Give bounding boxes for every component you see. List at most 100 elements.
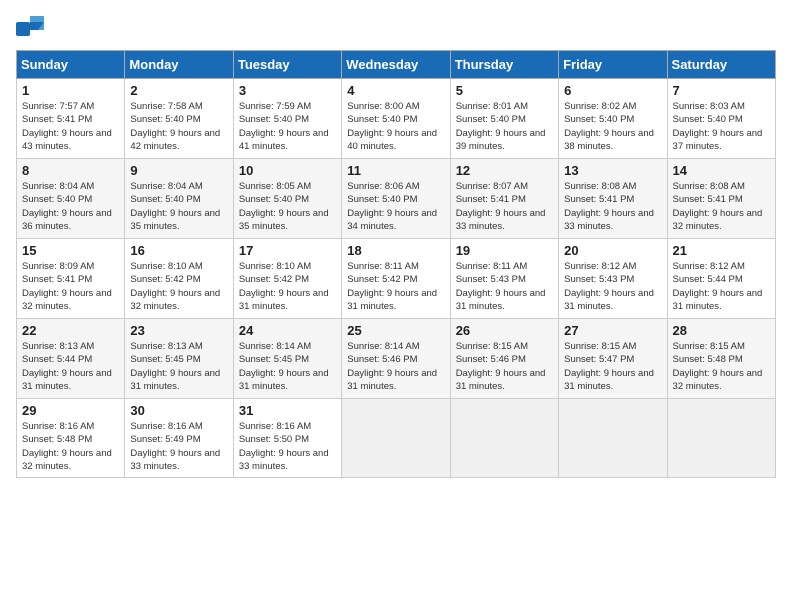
- cell-info: Sunrise: 7:59 AMSunset: 5:40 PMDaylight:…: [239, 101, 329, 152]
- weekday-header-sunday: Sunday: [17, 51, 125, 79]
- day-number: 27: [564, 323, 661, 338]
- day-number: 18: [347, 243, 444, 258]
- day-number: 7: [673, 83, 770, 98]
- calendar-table: SundayMondayTuesdayWednesdayThursdayFrid…: [16, 50, 776, 478]
- cell-info: Sunrise: 8:12 AMSunset: 5:44 PMDaylight:…: [673, 261, 763, 312]
- cell-info: Sunrise: 7:58 AMSunset: 5:40 PMDaylight:…: [130, 101, 220, 152]
- weekday-header-friday: Friday: [559, 51, 667, 79]
- day-number: 6: [564, 83, 661, 98]
- day-number: 26: [456, 323, 553, 338]
- calendar-cell: 14 Sunrise: 8:08 AMSunset: 5:41 PMDaylig…: [667, 159, 775, 239]
- calendar-cell: [450, 399, 558, 478]
- calendar-cell: 2 Sunrise: 7:58 AMSunset: 5:40 PMDayligh…: [125, 79, 233, 159]
- cell-info: Sunrise: 8:16 AMSunset: 5:48 PMDaylight:…: [22, 421, 112, 472]
- cell-info: Sunrise: 8:00 AMSunset: 5:40 PMDaylight:…: [347, 101, 437, 152]
- weekday-header-tuesday: Tuesday: [233, 51, 341, 79]
- day-number: 11: [347, 163, 444, 178]
- day-number: 3: [239, 83, 336, 98]
- calendar-cell: 27 Sunrise: 8:15 AMSunset: 5:47 PMDaylig…: [559, 319, 667, 399]
- calendar-cell: 13 Sunrise: 8:08 AMSunset: 5:41 PMDaylig…: [559, 159, 667, 239]
- calendar-cell: 10 Sunrise: 8:05 AMSunset: 5:40 PMDaylig…: [233, 159, 341, 239]
- calendar-cell: 26 Sunrise: 8:15 AMSunset: 5:46 PMDaylig…: [450, 319, 558, 399]
- cell-info: Sunrise: 8:15 AMSunset: 5:47 PMDaylight:…: [564, 341, 654, 392]
- cell-info: Sunrise: 8:09 AMSunset: 5:41 PMDaylight:…: [22, 261, 112, 312]
- cell-info: Sunrise: 8:03 AMSunset: 5:40 PMDaylight:…: [673, 101, 763, 152]
- cell-info: Sunrise: 8:07 AMSunset: 5:41 PMDaylight:…: [456, 181, 546, 232]
- calendar-week-4: 22 Sunrise: 8:13 AMSunset: 5:44 PMDaylig…: [17, 319, 776, 399]
- day-number: 1: [22, 83, 119, 98]
- day-number: 21: [673, 243, 770, 258]
- day-number: 2: [130, 83, 227, 98]
- calendar-week-2: 8 Sunrise: 8:04 AMSunset: 5:40 PMDayligh…: [17, 159, 776, 239]
- day-number: 16: [130, 243, 227, 258]
- day-number: 9: [130, 163, 227, 178]
- cell-info: Sunrise: 7:57 AMSunset: 5:41 PMDaylight:…: [22, 101, 112, 152]
- cell-info: Sunrise: 8:04 AMSunset: 5:40 PMDaylight:…: [130, 181, 220, 232]
- day-number: 5: [456, 83, 553, 98]
- weekday-header-row: SundayMondayTuesdayWednesdayThursdayFrid…: [17, 51, 776, 79]
- cell-info: Sunrise: 8:14 AMSunset: 5:45 PMDaylight:…: [239, 341, 329, 392]
- calendar-cell: 17 Sunrise: 8:10 AMSunset: 5:42 PMDaylig…: [233, 239, 341, 319]
- calendar-cell: 5 Sunrise: 8:01 AMSunset: 5:40 PMDayligh…: [450, 79, 558, 159]
- cell-info: Sunrise: 8:16 AMSunset: 5:50 PMDaylight:…: [239, 421, 329, 472]
- day-number: 31: [239, 403, 336, 418]
- calendar-cell: 15 Sunrise: 8:09 AMSunset: 5:41 PMDaylig…: [17, 239, 125, 319]
- calendar-cell: 7 Sunrise: 8:03 AMSunset: 5:40 PMDayligh…: [667, 79, 775, 159]
- calendar-cell: 28 Sunrise: 8:15 AMSunset: 5:48 PMDaylig…: [667, 319, 775, 399]
- calendar-cell: 9 Sunrise: 8:04 AMSunset: 5:40 PMDayligh…: [125, 159, 233, 239]
- calendar-cell: 1 Sunrise: 7:57 AMSunset: 5:41 PMDayligh…: [17, 79, 125, 159]
- day-number: 23: [130, 323, 227, 338]
- calendar-cell: 12 Sunrise: 8:07 AMSunset: 5:41 PMDaylig…: [450, 159, 558, 239]
- cell-info: Sunrise: 8:10 AMSunset: 5:42 PMDaylight:…: [239, 261, 329, 312]
- calendar-cell: 23 Sunrise: 8:13 AMSunset: 5:45 PMDaylig…: [125, 319, 233, 399]
- day-number: 30: [130, 403, 227, 418]
- day-number: 17: [239, 243, 336, 258]
- calendar-cell: 11 Sunrise: 8:06 AMSunset: 5:40 PMDaylig…: [342, 159, 450, 239]
- logo-icon: [16, 16, 46, 38]
- calendar-cell: 31 Sunrise: 8:16 AMSunset: 5:50 PMDaylig…: [233, 399, 341, 478]
- cell-info: Sunrise: 8:06 AMSunset: 5:40 PMDaylight:…: [347, 181, 437, 232]
- calendar-week-3: 15 Sunrise: 8:09 AMSunset: 5:41 PMDaylig…: [17, 239, 776, 319]
- day-number: 12: [456, 163, 553, 178]
- calendar-cell: 20 Sunrise: 8:12 AMSunset: 5:43 PMDaylig…: [559, 239, 667, 319]
- day-number: 28: [673, 323, 770, 338]
- calendar-cell: 16 Sunrise: 8:10 AMSunset: 5:42 PMDaylig…: [125, 239, 233, 319]
- cell-info: Sunrise: 8:02 AMSunset: 5:40 PMDaylight:…: [564, 101, 654, 152]
- calendar-cell: 25 Sunrise: 8:14 AMSunset: 5:46 PMDaylig…: [342, 319, 450, 399]
- cell-info: Sunrise: 8:01 AMSunset: 5:40 PMDaylight:…: [456, 101, 546, 152]
- weekday-header-monday: Monday: [125, 51, 233, 79]
- calendar-cell: [559, 399, 667, 478]
- day-number: 22: [22, 323, 119, 338]
- cell-info: Sunrise: 8:08 AMSunset: 5:41 PMDaylight:…: [564, 181, 654, 232]
- weekday-header-thursday: Thursday: [450, 51, 558, 79]
- weekday-header-wednesday: Wednesday: [342, 51, 450, 79]
- calendar-cell: 6 Sunrise: 8:02 AMSunset: 5:40 PMDayligh…: [559, 79, 667, 159]
- calendar-week-1: 1 Sunrise: 7:57 AMSunset: 5:41 PMDayligh…: [17, 79, 776, 159]
- cell-info: Sunrise: 8:13 AMSunset: 5:45 PMDaylight:…: [130, 341, 220, 392]
- calendar-cell: 30 Sunrise: 8:16 AMSunset: 5:49 PMDaylig…: [125, 399, 233, 478]
- day-number: 19: [456, 243, 553, 258]
- day-number: 14: [673, 163, 770, 178]
- cell-info: Sunrise: 8:16 AMSunset: 5:49 PMDaylight:…: [130, 421, 220, 472]
- day-number: 20: [564, 243, 661, 258]
- cell-info: Sunrise: 8:05 AMSunset: 5:40 PMDaylight:…: [239, 181, 329, 232]
- cell-info: Sunrise: 8:04 AMSunset: 5:40 PMDaylight:…: [22, 181, 112, 232]
- day-number: 10: [239, 163, 336, 178]
- day-number: 24: [239, 323, 336, 338]
- day-number: 4: [347, 83, 444, 98]
- cell-info: Sunrise: 8:15 AMSunset: 5:48 PMDaylight:…: [673, 341, 763, 392]
- calendar-cell: 29 Sunrise: 8:16 AMSunset: 5:48 PMDaylig…: [17, 399, 125, 478]
- cell-info: Sunrise: 8:12 AMSunset: 5:43 PMDaylight:…: [564, 261, 654, 312]
- cell-info: Sunrise: 8:13 AMSunset: 5:44 PMDaylight:…: [22, 341, 112, 392]
- cell-info: Sunrise: 8:11 AMSunset: 5:42 PMDaylight:…: [347, 261, 437, 312]
- day-number: 8: [22, 163, 119, 178]
- calendar-week-5: 29 Sunrise: 8:16 AMSunset: 5:48 PMDaylig…: [17, 399, 776, 478]
- calendar-cell: [667, 399, 775, 478]
- day-number: 15: [22, 243, 119, 258]
- cell-info: Sunrise: 8:11 AMSunset: 5:43 PMDaylight:…: [456, 261, 546, 312]
- page-header: [16, 16, 776, 38]
- calendar-cell: 4 Sunrise: 8:00 AMSunset: 5:40 PMDayligh…: [342, 79, 450, 159]
- weekday-header-saturday: Saturday: [667, 51, 775, 79]
- cell-info: Sunrise: 8:10 AMSunset: 5:42 PMDaylight:…: [130, 261, 220, 312]
- calendar-cell: 22 Sunrise: 8:13 AMSunset: 5:44 PMDaylig…: [17, 319, 125, 399]
